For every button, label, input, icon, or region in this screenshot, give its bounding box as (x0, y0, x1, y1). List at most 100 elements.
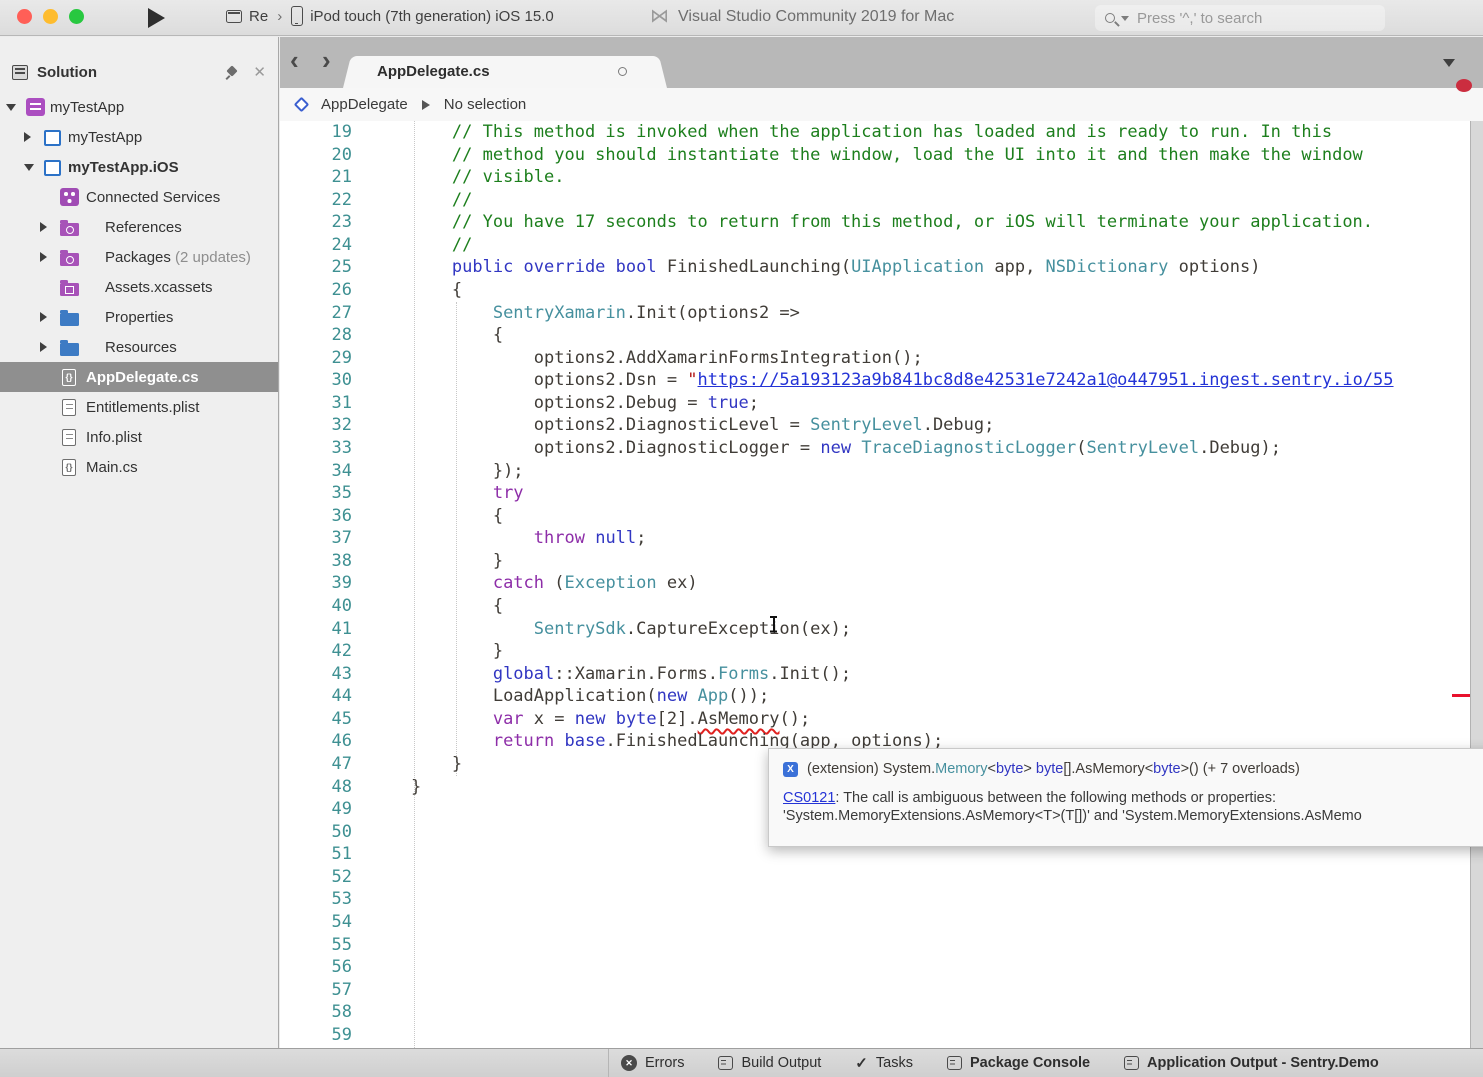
pin-pad-icon[interactable] (224, 65, 239, 80)
tree-item-mytestapp[interactable]: myTestApp (0, 122, 278, 152)
tab-list-dropdown-icon[interactable] (1443, 59, 1455, 67)
breadcrumb-class[interactable]: AppDelegate (321, 96, 408, 113)
error-status-indicator[interactable] (1456, 79, 1472, 92)
tree-item-properties[interactable]: Properties (0, 302, 278, 332)
line-number: 21 (282, 166, 352, 189)
bottom-tab-errors[interactable]: ✕Errors (621, 1055, 684, 1071)
tree-item-label: Entitlements.plist (86, 399, 199, 416)
collapsed-arrow-icon[interactable] (40, 312, 47, 322)
line-number: 32 (282, 414, 352, 437)
close-pad-icon[interactable]: ✕ (253, 63, 266, 81)
project-icon (44, 130, 61, 146)
window-titlebar: Re › iPod touch (7th generation) iOS 15.… (0, 0, 1483, 36)
navigate-forward-button[interactable]: › (322, 45, 331, 76)
minimize-window-button[interactable] (43, 9, 58, 24)
tree-item-appdelegate-cs[interactable]: AppDelegate.cs (0, 362, 278, 392)
collapsed-arrow-icon[interactable] (24, 132, 31, 142)
line-number: 19 (282, 121, 352, 144)
error-detail: 'System.MemoryExtensions.AsMemory<T>(T[]… (783, 808, 1362, 824)
collapsed-arrow-icon[interactable] (40, 252, 47, 262)
error-code-link[interactable]: CS0121 (783, 790, 835, 806)
tree-item-assets-xcassets[interactable]: Assets.xcassets (0, 272, 278, 302)
code-text: } (370, 550, 503, 573)
code-line: 43 global::Xamarin.Forms.Forms.Init(); (280, 663, 1483, 686)
app-title-area: ⋈ Visual Studio Community 2019 for Mac (650, 7, 954, 26)
tree-item-label: AppDelegate.cs (86, 369, 199, 386)
code-line: 55 (280, 934, 1483, 957)
zoom-window-button[interactable] (69, 9, 84, 24)
line-number: 30 (282, 369, 352, 392)
code-text: LoadApplication(new App()); (370, 685, 769, 708)
tree-item-mytestapp[interactable]: myTestApp (0, 92, 278, 122)
vertical-scrollbar[interactable] (1470, 121, 1483, 1048)
run-button[interactable] (148, 8, 165, 28)
line-number: 40 (282, 595, 352, 618)
code-line: 53 (280, 888, 1483, 911)
code-text: // (370, 189, 472, 212)
line-number: 44 (282, 685, 352, 708)
tree-item-label: Resources (105, 339, 177, 356)
tree-item-references[interactable]: References (0, 212, 278, 242)
bottom-tab-application-output-sentry-demo[interactable]: Application Output - Sentry.Demo (1124, 1055, 1379, 1071)
code-editor[interactable]: 19 // This method is invoked when the ap… (280, 121, 1483, 1048)
tree-item-entitlements-plist[interactable]: Entitlements.plist (0, 392, 278, 422)
bottom-tab-build-output[interactable]: Build Output (718, 1055, 821, 1071)
navigate-back-button[interactable]: ‹ (290, 45, 299, 76)
line-number: 55 (282, 934, 352, 957)
device-label: iPod touch (7th generation) iOS 15.0 (310, 8, 554, 25)
error-text: : The call is ambiguous between the foll… (835, 790, 1276, 806)
tab-appdelegate[interactable]: AppDelegate.cs (355, 56, 655, 88)
tree-item-mytestapp-ios[interactable]: myTestApp.iOS (0, 152, 278, 182)
line-number: 48 (282, 776, 352, 799)
line-number: 49 (282, 798, 352, 821)
bottom-tab-package-console[interactable]: Package Console (947, 1055, 1090, 1071)
tree-item-info-plist[interactable]: Info.plist (0, 422, 278, 452)
vs-logo-icon: ⋈ (650, 7, 669, 26)
tree-item-packages[interactable]: Packages (2 updates) (0, 242, 278, 272)
global-search-field[interactable]: Press '^,' to search (1095, 5, 1385, 31)
code-line: 37 throw null; (280, 527, 1483, 550)
close-window-button[interactable] (17, 9, 32, 24)
code-text: options2.Dsn = "https://5a193123a9b841bc… (370, 369, 1394, 392)
code-line: 24 // (280, 234, 1483, 257)
code-text: // You have 17 seconds to return from th… (370, 211, 1373, 234)
tree-item-label: Assets.xcassets (105, 279, 213, 296)
tree-item-connected-services[interactable]: Connected Services (0, 182, 278, 212)
expanded-arrow-icon[interactable] (24, 164, 34, 171)
tree-item-main-cs[interactable]: Main.cs (0, 452, 278, 482)
code-text: // method you should instantiate the win… (370, 144, 1363, 167)
expanded-arrow-icon[interactable] (6, 104, 16, 111)
code-line: 19 // This method is invoked when the ap… (280, 121, 1483, 144)
breadcrumb-selection[interactable]: No selection (444, 96, 527, 113)
code-text: options2.DiagnosticLevel = SentryLevel.D… (370, 414, 994, 437)
tree-item-resources[interactable]: Resources (0, 332, 278, 362)
code-text: options2.DiagnosticLogger = new TraceDia… (370, 437, 1281, 460)
code-text: options2.AddXamarinFormsIntegration(); (370, 347, 923, 370)
bottom-tab-label: Package Console (970, 1055, 1090, 1071)
chevron-right-icon: › (277, 8, 282, 25)
line-number: 43 (282, 663, 352, 686)
bottom-tab-tasks[interactable]: ✓Tasks (855, 1054, 913, 1072)
solution-icon (26, 98, 45, 116)
plist-file-icon (62, 399, 76, 416)
error-line-marker[interactable] (1452, 694, 1472, 697)
editor-tabbar: ‹ › AppDelegate.cs (280, 37, 1483, 88)
signature-text: (extension) System.Memory<byte> byte[].A… (807, 761, 1300, 777)
code-line: 56 (280, 956, 1483, 979)
code-line: 22 // (280, 189, 1483, 212)
folder-blue-icon (60, 343, 79, 356)
code-text: catch (Exception ex) (370, 572, 698, 595)
code-text: var x = new byte[2].AsMemory(); (370, 708, 810, 731)
extension-method-icon: X (783, 762, 798, 777)
tree-item-label: Main.cs (86, 459, 138, 476)
line-number: 26 (282, 279, 352, 302)
code-text: { (370, 595, 503, 618)
line-number: 23 (282, 211, 352, 234)
line-number: 56 (282, 956, 352, 979)
solution-pad-header: Solution ✕ (0, 55, 278, 89)
collapsed-arrow-icon[interactable] (40, 342, 47, 352)
collapsed-arrow-icon[interactable] (40, 222, 47, 232)
code-line: 41 SentrySdk.CaptureException(ex); (280, 618, 1483, 641)
run-configuration-selector[interactable]: Re › iPod touch (7th generation) iOS 15.… (226, 6, 554, 26)
console-icon (1124, 1056, 1139, 1070)
